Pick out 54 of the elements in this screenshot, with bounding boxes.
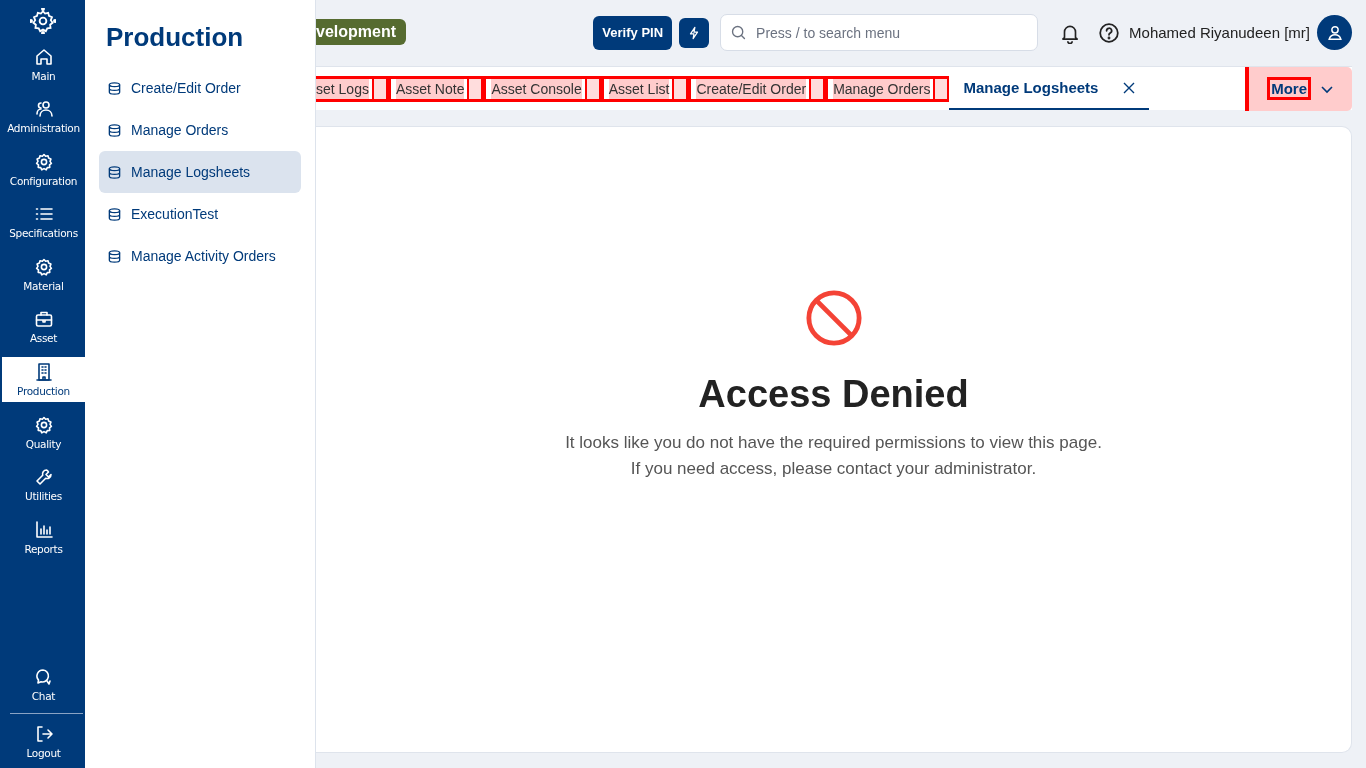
message-text: If you need access, please contact your administrator.: [630, 458, 1037, 480]
menu-title: Production: [106, 22, 245, 53]
message-text: It looks like you do not have the required permissions to view this page.: [565, 432, 1102, 454]
tab[interactable]: set Logs: [316, 75, 391, 102]
nav-item[interactable]: Production: [2, 357, 85, 402]
database-icon: [107, 248, 122, 264]
gear-icon: [33, 151, 54, 172]
menu-item[interactable]: ExecutionTest: [99, 193, 301, 235]
tab[interactable]: Asset List: [603, 75, 692, 102]
nav-item[interactable]: Asset: [2, 300, 85, 353]
menu-item[interactable]: Create/Edit Order: [99, 67, 301, 109]
users-icon: [33, 99, 54, 120]
database-icon: [107, 206, 122, 222]
building-icon: [33, 362, 54, 382]
wrench-icon: [33, 467, 54, 488]
nav-item[interactable]: Specifications: [2, 195, 85, 248]
close-icon[interactable]: [1123, 81, 1136, 94]
environment-badge: velopment: [316, 19, 406, 45]
nav-item[interactable]: Material: [2, 248, 85, 301]
menu-item[interactable]: Manage Orders: [99, 109, 301, 151]
search-icon: [730, 24, 748, 41]
bar-chart-icon: [33, 519, 54, 540]
nav-item[interactable]: Administration: [2, 90, 85, 143]
lightning-button[interactable]: [679, 17, 710, 48]
nav-item[interactable]: Quality: [2, 406, 85, 459]
nav-item[interactable]: Reports: [2, 511, 85, 564]
person-icon: [1325, 23, 1344, 42]
more-button[interactable]: More: [1245, 66, 1352, 111]
nav-item[interactable]: Main: [2, 38, 85, 91]
nav-item[interactable]: Configuration: [2, 143, 85, 196]
verify-pin-button[interactable]: Verify PIN: [593, 15, 673, 50]
menu-item[interactable]: Manage Logsheets: [99, 151, 301, 193]
tab[interactable]: Asset Console: [486, 75, 604, 102]
user-name: Mohamed Riyanudeen [mr]: [1129, 24, 1310, 41]
tab[interactable]: Asset Note: [390, 75, 487, 102]
avatar[interactable]: [1317, 15, 1352, 50]
database-icon: [107, 164, 122, 180]
search-field[interactable]: Press / to search menu: [720, 14, 1039, 51]
home-icon: [33, 46, 54, 67]
nav-item[interactable]: Logout: [2, 715, 85, 768]
database-icon: [107, 80, 122, 96]
prohibited-icon: [804, 289, 863, 347]
menu-item[interactable]: Manage Activity Orders: [99, 235, 301, 277]
gear-icon: [33, 414, 54, 435]
help-icon[interactable]: [1098, 21, 1121, 44]
nav-item[interactable]: Chat: [2, 658, 85, 711]
logo-icon: [29, 8, 56, 34]
page-title: Access Denied: [698, 373, 969, 416]
database-icon: [107, 122, 122, 138]
gear-icon: [33, 256, 54, 277]
chat-icon: [33, 666, 54, 687]
tab[interactable]: Create/Edit Order: [691, 75, 829, 102]
briefcase-icon: [33, 309, 54, 330]
nav-item[interactable]: Utilities: [2, 458, 85, 511]
